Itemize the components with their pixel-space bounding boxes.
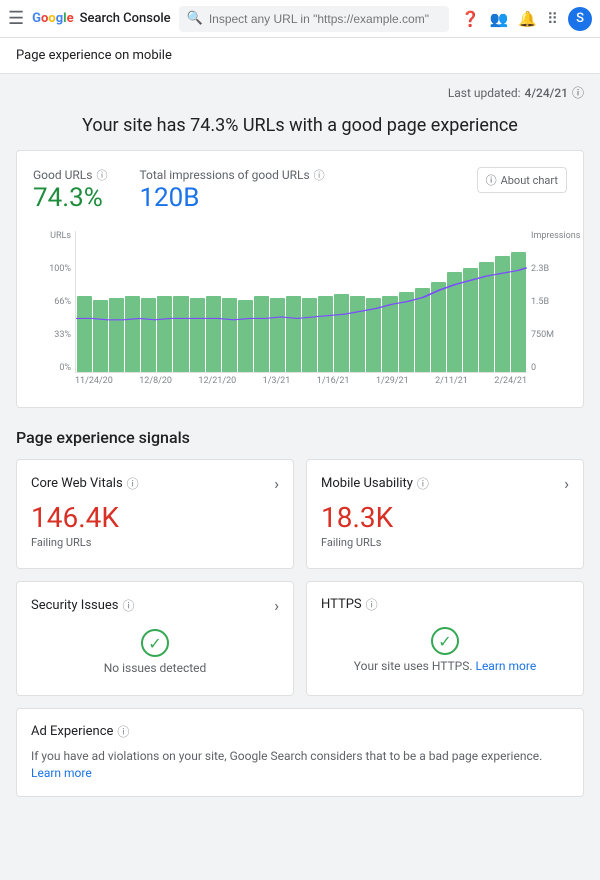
chart-inner [75, 231, 527, 373]
impressions-value: 120B [139, 183, 324, 213]
mobile-usability-info-icon[interactable]: ⓘ [417, 475, 429, 492]
about-chart-label: About chart [501, 174, 558, 187]
signals-section-title: Page experience signals [16, 428, 584, 447]
mobile-usability-value: 18.3K [321, 501, 569, 534]
y-axis-left: URLs 100% 66% 33% 0% [33, 231, 75, 373]
chart-metrics: Good URLs ⓘ 74.3% Total impressions of g… [33, 167, 325, 213]
app-logo: Google Search Console [32, 11, 170, 26]
core-web-vitals-info-icon[interactable]: ⓘ [127, 475, 139, 492]
impressions-label: Total impressions of good URLs [139, 168, 309, 182]
impressions-info-icon[interactable]: ⓘ [314, 167, 325, 183]
avatar[interactable]: S [568, 7, 592, 31]
https-card: HTTPS ⓘ ✓ Your site uses HTTPS. Learn mo… [306, 581, 584, 696]
line-chart-svg [76, 231, 527, 372]
y-axis-right: Impressions 2.3B 1.5B 750M 0 [527, 231, 567, 373]
page-title: Page experience on mobile [16, 48, 172, 63]
security-issues-status: ✓ No issues detected [31, 623, 279, 681]
ad-experience-title: Ad Experience ⓘ [31, 723, 129, 740]
security-issues-arrow-icon[interactable]: › [274, 596, 279, 615]
security-check-icon: ✓ [141, 629, 169, 657]
good-urls-label: Good URLs [33, 168, 92, 182]
https-title: HTTPS ⓘ [321, 596, 378, 613]
apps-grid-icon[interactable]: ⠿ [547, 10, 558, 28]
header-icons: ❓ 👥 🔔 ⠿ S [461, 7, 592, 31]
ad-experience-description: If you have ad violations on your site, … [31, 748, 569, 782]
last-updated-label: Last updated: [448, 86, 521, 100]
page-headline: Your site has 74.3% URLs with a good pag… [16, 105, 584, 150]
bell-icon[interactable]: 🔔 [518, 10, 537, 28]
https-status-text: Your site uses HTTPS. Learn more [354, 659, 536, 673]
https-status: ✓ Your site uses HTTPS. Learn more [321, 621, 569, 679]
headline-text: Your site has 74.3% URLs with a good pag… [82, 115, 518, 136]
chart-area: URLs 100% 66% 33% 0% Impressions [33, 231, 567, 391]
last-updated-info-icon[interactable]: ⓘ [572, 84, 584, 101]
menu-icon[interactable]: ☰ [8, 8, 24, 29]
mobile-usability-card: Mobile Usability ⓘ › 18.3K Failing URLs [306, 459, 584, 569]
search-bar[interactable]: 🔍 [179, 6, 449, 32]
impressions-metric: Total impressions of good URLs ⓘ 120B [139, 167, 324, 213]
y-axis-label-impressions: Impressions [531, 231, 567, 241]
https-check-icon: ✓ [431, 627, 459, 655]
about-chart-button[interactable]: ⓘ About chart [477, 167, 567, 193]
core-web-vitals-sublabel: Failing URLs [31, 536, 279, 549]
app-header: ☰ Google Search Console 🔍 ❓ 👥 🔔 ⠿ S [0, 0, 600, 38]
good-urls-value: 74.3% [33, 183, 107, 213]
main-content: Last updated: 4/24/21 ⓘ Your site has 74… [0, 74, 600, 821]
security-issues-status-text: No issues detected [104, 661, 207, 675]
mobile-usability-arrow-icon[interactable]: › [564, 474, 569, 493]
y-axis-label-urls: URLs [33, 231, 71, 241]
security-issues-info-icon[interactable]: ⓘ [123, 597, 135, 614]
signals-grid: Core Web Vitals ⓘ › 146.4K Failing URLs … [16, 459, 584, 696]
core-web-vitals-value: 146.4K [31, 501, 279, 534]
subheader: Page experience on mobile [0, 38, 600, 74]
ad-experience-learn-more-link[interactable]: Learn more [31, 766, 92, 780]
ad-experience-info-icon[interactable]: ⓘ [117, 723, 129, 740]
last-updated-bar: Last updated: 4/24/21 ⓘ [16, 74, 584, 105]
search-input[interactable] [209, 12, 441, 26]
info-icon: ⓘ [486, 172, 497, 188]
security-issues-title: Security Issues ⓘ [31, 597, 135, 614]
core-web-vitals-arrow-icon[interactable]: › [274, 474, 279, 493]
https-learn-more-link[interactable]: Learn more [475, 659, 536, 673]
mobile-usability-title: Mobile Usability ⓘ [321, 475, 429, 492]
ad-experience-card: Ad Experience ⓘ If you have ad violation… [16, 708, 584, 797]
good-urls-info-icon[interactable]: ⓘ [96, 167, 107, 183]
mobile-usability-sublabel: Failing URLs [321, 536, 569, 549]
people-icon[interactable]: 👥 [490, 10, 509, 28]
last-updated-date: 4/24/21 [525, 86, 568, 100]
help-icon[interactable]: ❓ [461, 10, 480, 28]
app-title: Search Console [80, 11, 171, 26]
https-info-icon[interactable]: ⓘ [366, 596, 378, 613]
core-web-vitals-card: Core Web Vitals ⓘ › 146.4K Failing URLs [16, 459, 294, 569]
core-web-vitals-title: Core Web Vitals ⓘ [31, 475, 139, 492]
search-icon: 🔍 [187, 11, 203, 26]
x-axis: 11/24/20 12/8/20 12/21/20 1/3/21 1/16/21… [75, 373, 527, 386]
chart-card: Good URLs ⓘ 74.3% Total impressions of g… [16, 150, 584, 408]
security-issues-card: Security Issues ⓘ › ✓ No issues detected [16, 581, 294, 696]
good-urls-metric: Good URLs ⓘ 74.3% [33, 167, 107, 213]
